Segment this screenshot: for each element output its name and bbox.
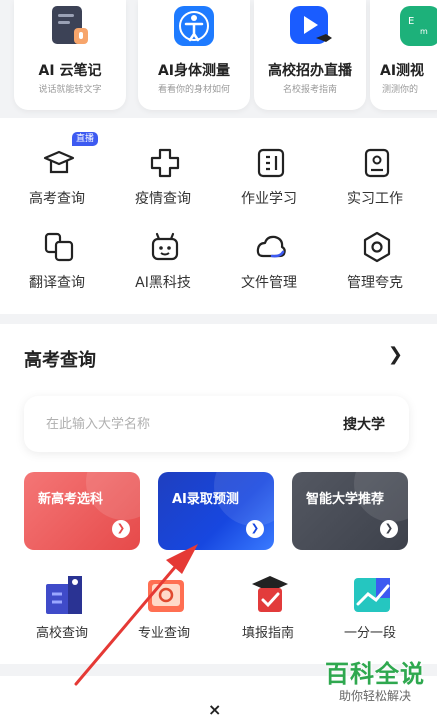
svg-text:E: E — [408, 16, 414, 27]
promo-card-admission-prediction[interactable]: AI录取预测 ❯ — [158, 472, 274, 550]
grid-item-manage-quark[interactable]: 管理夸克 — [322, 230, 428, 302]
shortcut-label: 专业查询 — [137, 626, 190, 641]
body-measure-icon — [174, 6, 214, 46]
id-badge-icon — [364, 148, 390, 178]
grid-label: 高考查询 — [29, 191, 85, 207]
promo-title: 新高考选科 — [38, 492, 104, 507]
grid-label: AI黑科技 — [135, 275, 191, 291]
grid-item-gaokao[interactable]: 直播 高考查询 — [4, 132, 110, 218]
promo-decoration — [86, 472, 140, 520]
hexagon-settings-icon — [363, 231, 391, 263]
arrow-right-icon: ❯ — [380, 520, 398, 538]
watermark-main: 百科全说 — [325, 660, 425, 688]
arrow-right-icon: ❯ — [112, 520, 130, 538]
homework-book-icon — [257, 148, 285, 178]
grid-label: 作业学习 — [241, 191, 297, 207]
live-badge: 直播 — [72, 132, 99, 146]
university-search-box: 搜大学 — [24, 396, 409, 452]
live-play-icon — [290, 6, 332, 44]
svg-text:m: m — [420, 27, 428, 36]
shortcut-label: 一分一段 — [343, 626, 396, 641]
shortcut-score-ranking[interactable]: 一分一段 — [320, 572, 420, 644]
search-university-button[interactable]: 搜大学 — [343, 414, 385, 434]
grid-item-translate[interactable]: 翻译查询 — [4, 230, 110, 302]
feature-subtitle: 看看你的身材如何 — [157, 85, 230, 95]
feature-card-ai-notes[interactable]: AI 云笔记 说话就能转文字 — [14, 0, 126, 110]
promo-title: 智能大学推荐 — [306, 492, 385, 507]
grid-label: 实习工作 — [347, 191, 403, 207]
translate-icon — [44, 232, 74, 262]
robot-icon — [151, 232, 179, 261]
grid-item-epidemic[interactable]: 疫情查询 — [110, 146, 216, 218]
feature-card-body-measure[interactable]: AI身体测量 看看你的身材如何 — [138, 0, 250, 110]
feature-title: AI身体测量 — [157, 63, 231, 79]
feature-subtitle: 测测你的 — [382, 85, 419, 95]
guide-cap-icon — [252, 576, 288, 612]
feature-strip: AI 云笔记 说话就能转文字 AI身体测量 看看你的身材如何 高校招办直播 名校… — [0, 0, 437, 118]
feature-subtitle: 说话就能转文字 — [38, 85, 102, 95]
cloud-folder-icon — [256, 235, 286, 258]
medical-cross-icon — [150, 148, 180, 178]
shortcut-major-query[interactable]: 专业查询 — [114, 572, 214, 644]
promo-decoration — [354, 472, 408, 522]
feature-title: AI 云笔记 — [38, 63, 102, 79]
shortcut-application-guide[interactable]: 填报指南 — [218, 572, 318, 644]
feature-card-campus-live[interactable]: 高校招办直播 名校报考指南 — [254, 0, 366, 110]
university-search-input[interactable] — [46, 413, 296, 435]
grid-item-internship[interactable]: 实习工作 — [322, 146, 428, 218]
close-icon[interactable]: × — [208, 700, 221, 716]
arrow-right-icon: ❯ — [246, 520, 264, 538]
grid-label: 疫情查询 — [135, 191, 191, 207]
grid-item-files[interactable]: 文件管理 — [216, 230, 322, 302]
grid-item-ai-tech[interactable]: AI黑科技 — [110, 230, 216, 302]
feature-title: AI测视 — [380, 63, 425, 79]
shortcut-label: 填报指南 — [241, 626, 294, 641]
graduation-cap-icon — [43, 150, 75, 174]
section-title: 高考查询 — [24, 350, 96, 371]
feature-title: 高校招办直播 — [268, 63, 352, 79]
quick-grid: 直播 高考查询 疫情查询 作业学习 实习工作 翻译查询 AI黑科技 文件管理 管… — [0, 118, 437, 314]
gaokao-section: 高考查询 ❯ 搜大学 新高考选科 ❯ AI录取预测 ❯ 智能大学推荐 ❯ 高校 — [0, 324, 437, 664]
watermark-sub: 助你轻松解决 — [338, 689, 411, 703]
promo-title: AI录取预测 — [172, 492, 239, 507]
vision-chart-icon: E m — [400, 6, 437, 46]
grid-label: 文件管理 — [241, 275, 297, 291]
promo-card-smart-recommend[interactable]: 智能大学推荐 ❯ — [292, 472, 408, 550]
grid-label: 管理夸克 — [347, 275, 403, 291]
major-search-icon — [148, 580, 184, 612]
shortcut-university-query[interactable]: 高校查询 — [12, 572, 112, 644]
score-chart-icon — [354, 578, 390, 612]
feature-card-ai-vision[interactable]: E m AI测视 测测你的 — [370, 0, 437, 110]
chevron-right-icon[interactable]: ❯ — [388, 344, 403, 365]
watermark: 百科全说 助你轻松解决 — [325, 654, 425, 704]
feature-subtitle: 名校报考指南 — [282, 85, 337, 95]
grid-label: 翻译查询 — [29, 275, 85, 291]
shortcut-label: 高校查询 — [35, 626, 88, 641]
grid-item-homework[interactable]: 作业学习 — [216, 146, 322, 218]
notes-icon — [52, 6, 88, 44]
promo-decoration — [214, 472, 274, 526]
promo-card-subject-selection[interactable]: 新高考选科 ❯ — [24, 472, 140, 550]
university-building-icon — [46, 576, 82, 614]
